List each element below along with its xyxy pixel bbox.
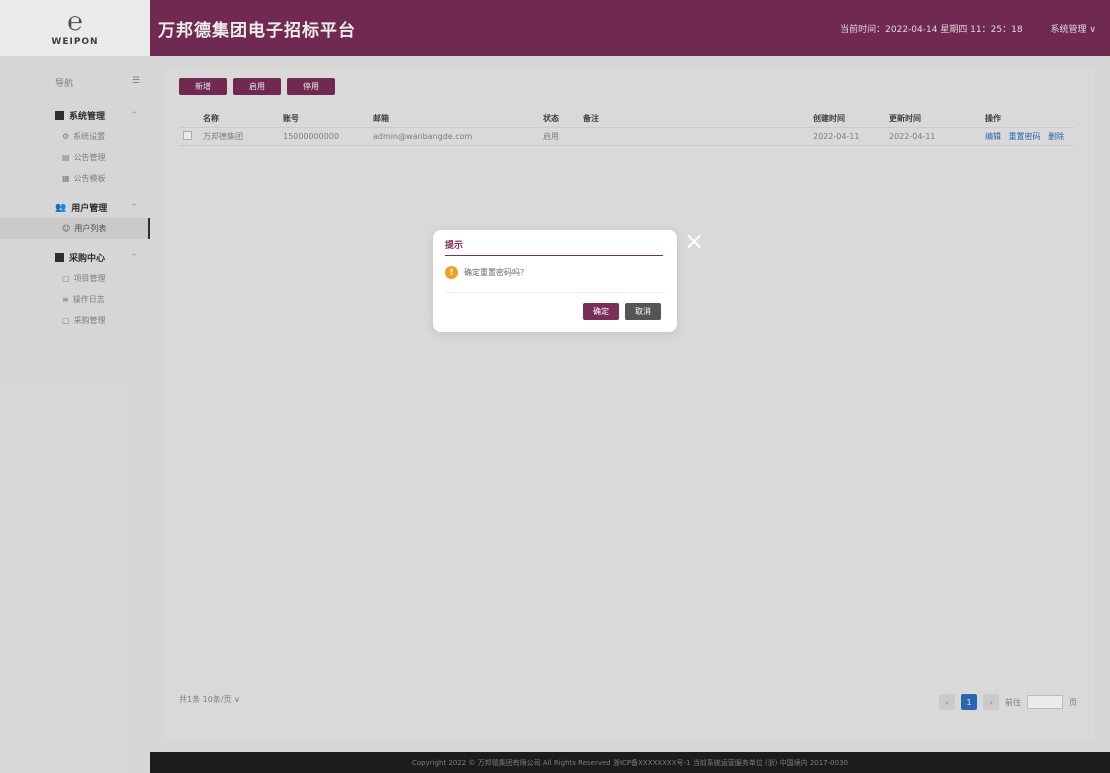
warning-icon: ! bbox=[445, 266, 458, 279]
confirm-button[interactable]: 确定 bbox=[583, 303, 619, 320]
cancel-button[interactable]: 取消 bbox=[625, 303, 661, 320]
close-icon[interactable]: × bbox=[684, 229, 704, 253]
dialog-message-text: 确定重置密码吗？ bbox=[464, 268, 528, 277]
dialog-divider bbox=[445, 292, 665, 293]
dialog-title: 提示 bbox=[445, 238, 663, 256]
dialog-buttons: 确定 取消 bbox=[583, 303, 661, 320]
modal-overlay[interactable] bbox=[0, 0, 1110, 773]
dialog-message: ! 确定重置密码吗？ bbox=[445, 266, 665, 279]
confirm-dialog: 提示 ! 确定重置密码吗？ 确定 取消 bbox=[433, 230, 677, 332]
